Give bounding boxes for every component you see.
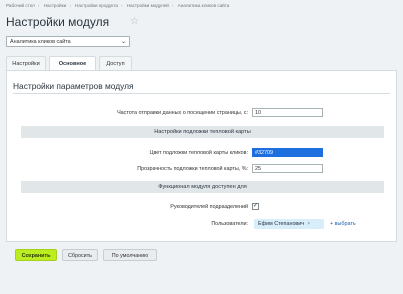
- star-icon[interactable]: ☆: [130, 16, 139, 27]
- opacity-input[interactable]: 25: [252, 164, 323, 173]
- tab-main[interactable]: Основное: [49, 56, 96, 70]
- breadcrumb-item[interactable]: Настройки модулей: [127, 3, 169, 8]
- reset-button[interactable]: Сбросить: [62, 249, 98, 261]
- heatmap-section-header: Настройки подложки тепловой карты: [21, 126, 384, 138]
- tab-access[interactable]: Доступ: [99, 56, 132, 70]
- users-label: Пользователи:: [211, 221, 248, 227]
- frequency-input[interactable]: 10: [252, 108, 323, 117]
- breadcrumb-separator: ›: [37, 3, 40, 8]
- settings-panel: Настройки параметров модуля Частота отпр…: [6, 70, 397, 242]
- heads-checkbox[interactable]: ✓: [252, 203, 259, 210]
- chevron-down-icon: ⌄: [120, 39, 126, 45]
- user-chip: Ефим Степанович ×: [254, 219, 324, 229]
- user-chip-name: Ефим Степанович: [258, 221, 305, 227]
- breadcrumb-separator: ›: [171, 3, 174, 8]
- defaults-button[interactable]: По умолчанию: [103, 249, 157, 261]
- close-icon[interactable]: ×: [307, 221, 310, 227]
- opacity-label: Прозрачность подложки тепловой карты, %:: [137, 166, 248, 172]
- module-select-value: Аналитика кликов сайта: [10, 39, 71, 45]
- divider: [13, 93, 390, 94]
- breadcrumb: Рабочий стол › Настройки › Настройки проду…: [6, 3, 232, 8]
- module-select[interactable]: Аналитика кликов сайта ⌄: [6, 36, 130, 47]
- color-input[interactable]: #32709: [252, 148, 323, 157]
- breadcrumb-item[interactable]: Аналитика кликов сайта: [178, 3, 230, 8]
- frequency-label: Частота отправки данных о посещении стра…: [117, 110, 248, 116]
- panel-title: Настройки параметров модуля: [13, 81, 134, 91]
- add-user-link[interactable]: + выбрать: [330, 221, 356, 227]
- breadcrumb-item[interactable]: Рабочий стол: [6, 3, 35, 8]
- breadcrumb-separator: ›: [120, 3, 123, 8]
- page-title: Настройки модуля: [6, 15, 110, 29]
- save-button[interactable]: Сохранить: [15, 249, 57, 261]
- heads-label: Руководителей подразделений: [170, 204, 248, 210]
- access-section-header: Функционал модуля доступен для: [21, 181, 384, 193]
- breadcrumb-separator: ›: [69, 3, 71, 8]
- breadcrumb-item[interactable]: Настройки продукта: [75, 3, 118, 8]
- breadcrumb-item[interactable]: Настройки: [44, 3, 67, 8]
- color-label: Цвет подложки тепловой карты кликов:: [149, 150, 248, 156]
- tab-settings[interactable]: Настройки: [6, 56, 46, 70]
